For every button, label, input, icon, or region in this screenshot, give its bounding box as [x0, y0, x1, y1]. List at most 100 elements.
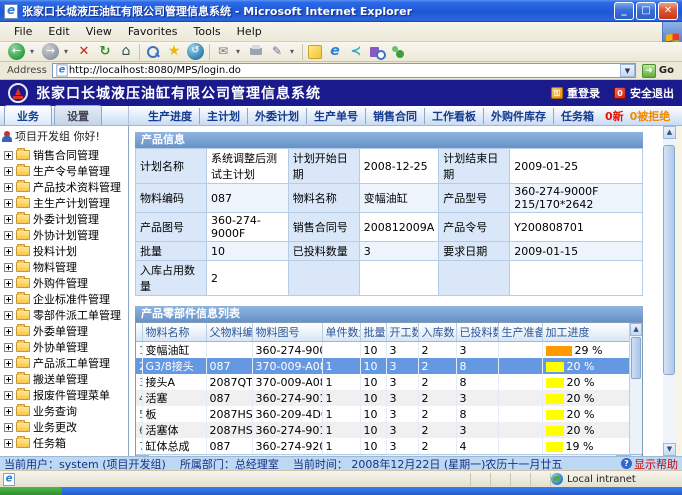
expand-icon[interactable] [4, 311, 13, 320]
menu-item-favorites[interactable]: Favorites [120, 23, 186, 40]
expand-icon[interactable] [4, 279, 13, 288]
back-dropdown-icon[interactable]: ▾ [30, 47, 37, 56]
address-input[interactable]: http://localhost:8080/MPS/login.do ▼ [52, 63, 636, 78]
address-dropdown-icon[interactable]: ▼ [620, 64, 635, 77]
menu-item-file[interactable]: File [6, 23, 40, 40]
expand-icon[interactable] [4, 215, 13, 224]
nav-item-6[interactable]: 外购件库存 [483, 108, 553, 124]
sidebar-item-3[interactable]: 主生产计划管理 [2, 195, 128, 211]
expand-icon[interactable] [4, 423, 13, 432]
nav-item-0[interactable]: 生产进度 [141, 108, 199, 124]
page-scroll-up-icon[interactable]: ▲ [663, 126, 676, 139]
sidebar-item-10[interactable]: 零部件派工单管理 [2, 307, 128, 323]
table-row[interactable]: 2G3/8接头087370-009-A084011032820 % [136, 358, 629, 374]
sidebar-item-16[interactable]: 业务查询 [2, 403, 128, 419]
back-icon[interactable]: ← [8, 43, 25, 60]
relogin-button[interactable]: ⚿ 重登录 [551, 85, 600, 101]
sidebar-item-6[interactable]: 投料计划 [2, 243, 128, 259]
mail-dropdown-icon[interactable]: ▾ [236, 47, 243, 56]
expand-icon[interactable] [4, 439, 13, 448]
mail-icon[interactable]: ✉ [215, 44, 231, 60]
table-row[interactable]: 5板2087HS002360-209-4D01011032820 % [136, 406, 629, 422]
menu-item-view[interactable]: View [78, 23, 120, 40]
parts-vscrollbar[interactable]: ▲ ▼ [629, 323, 642, 456]
windows-taskbar[interactable] [0, 487, 682, 495]
home-icon[interactable]: ⌂ [118, 44, 134, 60]
sidebar-item-1[interactable]: 生产令号单管理 [2, 163, 128, 179]
sidebar-item-12[interactable]: 外协单管理 [2, 339, 128, 355]
sidebar-item-2[interactable]: 产品技术资料管理 [2, 179, 128, 195]
expand-icon[interactable] [4, 407, 13, 416]
table-row[interactable]: 4活塞087360-274-9010F11032320 % [136, 390, 629, 406]
expand-icon[interactable] [4, 247, 13, 256]
history-icon[interactable]: ↺ [187, 43, 204, 60]
sidebar-item-15[interactable]: 报废件管理菜单 [2, 387, 128, 403]
scroll-up-icon[interactable]: ▲ [630, 323, 642, 336]
nav-item-4[interactable]: 销售合同 [365, 108, 424, 124]
expand-icon[interactable] [4, 263, 13, 272]
forward-icon[interactable]: → [42, 43, 59, 60]
expand-icon[interactable] [4, 295, 13, 304]
sidebar-item-0[interactable]: 销售合同管理 [2, 147, 128, 163]
expand-icon[interactable] [4, 231, 13, 240]
sidebar-item-17[interactable]: 业务更改 [2, 419, 128, 435]
expand-icon[interactable] [4, 391, 13, 400]
column-header[interactable]: 批量 [360, 323, 386, 342]
messenger-icon[interactable] [390, 44, 406, 60]
tab-business[interactable]: 业务 [4, 105, 52, 125]
forward-dropdown-icon[interactable]: ▾ [64, 47, 71, 56]
nav-item-3[interactable]: 生产单号 [306, 108, 365, 124]
expand-icon[interactable] [4, 375, 13, 384]
internet-explorer-icon[interactable]: e [327, 44, 343, 60]
sidebar-item-11[interactable]: 外委单管理 [2, 323, 128, 339]
page-scroll-thumb[interactable] [663, 145, 675, 375]
minimize-button[interactable]: _ [614, 2, 634, 20]
stop-icon[interactable]: ✕ [76, 44, 92, 60]
column-header[interactable]: 已投料数 [456, 323, 498, 342]
edit-dropdown-icon[interactable]: ▾ [290, 47, 297, 56]
menu-item-tools[interactable]: Tools [186, 23, 229, 40]
sidebar-item-14[interactable]: 搬送单管理 [2, 371, 128, 387]
research-icon[interactable] [369, 44, 385, 60]
nav-item-7[interactable]: 任务箱 [553, 108, 601, 124]
expand-icon[interactable] [4, 167, 13, 176]
refresh-icon[interactable]: ↻ [97, 44, 113, 60]
nav-item-2[interactable]: 外委计划 [247, 108, 306, 124]
tab-settings[interactable]: 设置 [54, 105, 102, 125]
sidebar-item-4[interactable]: 外委计划管理 [2, 211, 128, 227]
go-button[interactable]: ➔ Go [636, 64, 680, 78]
expand-icon[interactable] [4, 359, 13, 368]
close-button[interactable]: ✕ [658, 2, 678, 20]
print-icon[interactable] [248, 44, 264, 60]
column-header[interactable]: 入库数 [418, 323, 456, 342]
table-row[interactable]: 6活塞体2087HS002360-274-9011W11032320 % [136, 422, 629, 438]
page-vscrollbar[interactable]: ▲ ▼ [663, 126, 676, 456]
table-row[interactable]: 3接头A2087QT002370-009-A085011032820 % [136, 374, 629, 390]
column-header[interactable]: 开工数 [386, 323, 418, 342]
column-header[interactable]: 生产准备 [498, 323, 542, 342]
sidebar-item-8[interactable]: 外购件管理 [2, 275, 128, 291]
edit-icon[interactable]: ✎ [269, 44, 285, 60]
column-header[interactable]: 物料名称 [142, 323, 206, 342]
sidebar-item-9[interactable]: 企业标准件管理 [2, 291, 128, 307]
expand-icon[interactable] [4, 199, 13, 208]
logout-button[interactable]: 0 安全退出 [614, 85, 674, 101]
sidebar-item-13[interactable]: 产品派工单管理 [2, 355, 128, 371]
related-links-icon[interactable]: ≺ [348, 44, 364, 60]
maximize-button[interactable]: □ [636, 2, 656, 20]
column-header[interactable]: 单件数量 [322, 323, 360, 342]
table-row[interactable]: 7缸体总成087360-274-9200F11032419 % [136, 438, 629, 454]
menu-item-help[interactable]: Help [229, 23, 270, 40]
expand-icon[interactable] [4, 183, 13, 192]
start-button-fragment[interactable] [0, 487, 62, 495]
notes-icon[interactable] [308, 45, 322, 59]
nav-item-5[interactable]: 工作看板 [424, 108, 483, 124]
page-scroll-down-icon[interactable]: ▼ [663, 443, 676, 456]
expand-icon[interactable] [4, 327, 13, 336]
menu-item-edit[interactable]: Edit [40, 23, 77, 40]
nav-item-1[interactable]: 主计划 [199, 108, 247, 124]
expand-icon[interactable] [4, 343, 13, 352]
favorites-icon[interactable]: ★ [166, 44, 182, 60]
table-row[interactable]: 1变幅油缸360-274-9000F1032329 % [136, 342, 629, 359]
column-header[interactable]: 物料图号 [252, 323, 322, 342]
